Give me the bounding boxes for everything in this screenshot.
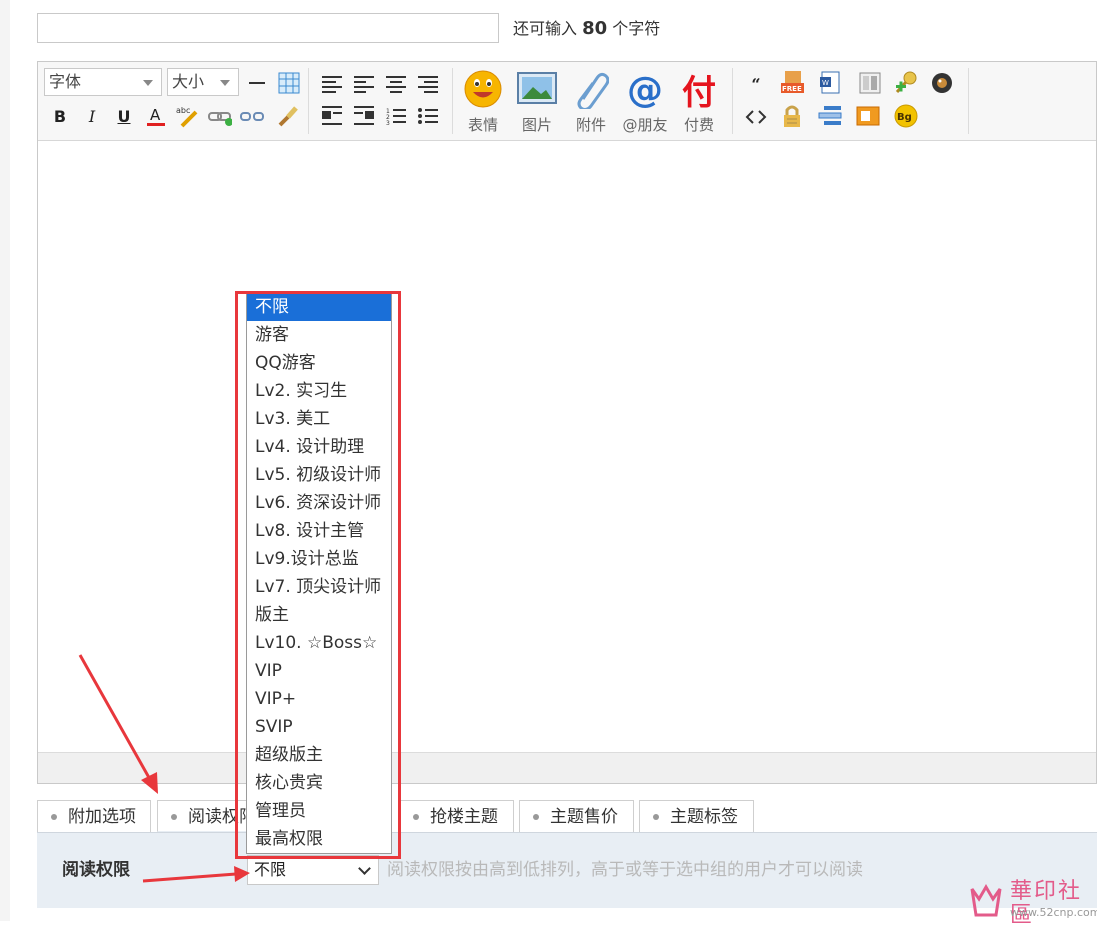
watermark-url: www.52cnp.com [1010,906,1097,919]
arrow-head-icon [141,772,158,794]
annotation-arrow-to-tab [78,654,154,784]
annotation-arrow-to-select [142,872,237,883]
annotation-arrows [78,654,250,883]
watermark-logo [970,884,1002,917]
arrow-head-icon [234,866,250,882]
